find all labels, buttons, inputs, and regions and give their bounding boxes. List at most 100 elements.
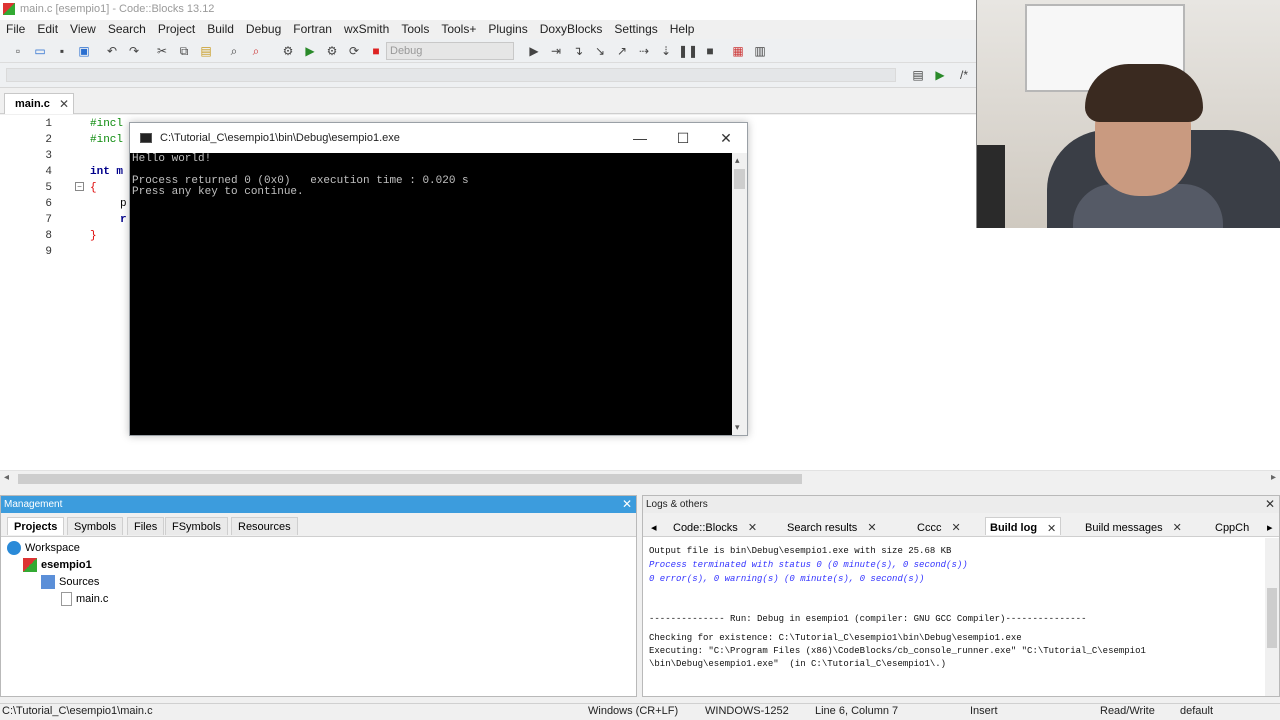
menu-file[interactable]: File — [0, 20, 31, 39]
scroll-right-icon[interactable]: ▸ — [1271, 472, 1276, 483]
save-icon[interactable]: ▪ — [54, 43, 70, 59]
jump-back-icon[interactable]: ▤ — [910, 67, 926, 83]
fold-toggle-icon[interactable]: − — [75, 182, 84, 191]
logs-vertical-scrollbar[interactable] — [1265, 538, 1279, 696]
tab-cccc[interactable]: Cccc ✕ — [913, 517, 965, 535]
stop-debugger-icon[interactable]: ■ — [702, 43, 718, 59]
close-tab-icon[interactable]: ✕ — [1173, 521, 1182, 534]
close-tab-icon[interactable]: ✕ — [867, 521, 876, 534]
workspace-icon — [7, 541, 21, 555]
find-icon[interactable]: ⌕ — [226, 43, 242, 59]
menu-wxsmith[interactable]: wxSmith — [338, 20, 395, 39]
tab-resources[interactable]: Resources — [231, 517, 298, 535]
tab-cppcheck[interactable]: CppCh — [1211, 517, 1253, 535]
console-output[interactable]: Hello world! Process returned 0 (0x0) ex… — [130, 153, 732, 435]
various-info-icon[interactable]: ▥ — [752, 43, 768, 59]
abort-icon[interactable]: ■ — [368, 43, 384, 59]
tree-project[interactable]: esempio1 — [23, 558, 92, 572]
console-titlebar[interactable]: C:\Tutorial_C\esempio1\bin\Debug\esempio… — [130, 123, 747, 153]
tab-main-c[interactable]: main.c ✕ — [4, 93, 74, 114]
menu-doxyblocks[interactable]: DoxyBlocks — [534, 20, 609, 39]
step-out-icon[interactable]: ↗ — [614, 43, 630, 59]
close-tab-icon[interactable]: ✕ — [1047, 522, 1056, 535]
replace-icon[interactable]: ⌕ — [248, 43, 264, 59]
maximize-button[interactable]: ☐ — [663, 127, 703, 149]
tree-folder-sources[interactable]: Sources — [41, 575, 99, 589]
menu-tools-plus[interactable]: Tools+ — [435, 20, 482, 39]
menu-help[interactable]: Help — [664, 20, 701, 39]
debug-continue-icon[interactable]: ▶ — [526, 43, 542, 59]
build-gear-icon[interactable]: ⚙ — [280, 43, 296, 59]
undo-icon[interactable]: ↶ — [104, 43, 120, 59]
close-panel-icon[interactable]: ✕ — [1265, 497, 1275, 511]
console-line: Press any key to continue. — [132, 186, 304, 198]
status-encoding: WINDOWS-1252 — [705, 705, 789, 717]
tree-workspace[interactable]: Workspace — [7, 541, 80, 555]
scrollbar-thumb[interactable] — [18, 474, 802, 484]
run-to-cursor-icon[interactable]: ⇥ — [548, 43, 564, 59]
debug-windows-icon[interactable]: ▦ — [730, 43, 746, 59]
menu-settings[interactable]: Settings — [608, 20, 663, 39]
tab-search-results[interactable]: Search results ✕ — [783, 517, 881, 535]
scroll-up-icon[interactable]: ▴ — [735, 155, 740, 166]
tab-codeblocks-log[interactable]: Code::Blocks ✕ — [669, 517, 761, 535]
menu-debug[interactable]: Debug — [240, 20, 287, 39]
close-tab-icon[interactable]: ✕ — [951, 521, 960, 534]
project-icon — [23, 558, 37, 572]
close-button[interactable]: ✕ — [706, 127, 746, 149]
tab-build-log[interactable]: Build log ✕ — [985, 517, 1062, 535]
menu-plugins[interactable]: Plugins — [482, 20, 533, 39]
run-icon[interactable]: ▶ — [302, 43, 318, 59]
minimize-button[interactable]: — — [620, 127, 660, 149]
tab-projects[interactable]: Projects — [7, 517, 65, 535]
step-into-icon[interactable]: ↘ — [592, 43, 608, 59]
break-debugger-icon[interactable]: ❚❚ — [678, 43, 698, 59]
line-number: 4 — [45, 166, 52, 178]
cut-icon[interactable]: ✂ — [154, 43, 170, 59]
tab-build-messages[interactable]: Build messages ✕ — [1081, 517, 1186, 535]
new-file-icon[interactable]: ▫ — [10, 43, 26, 59]
menu-view[interactable]: View — [64, 20, 102, 39]
scrollbar-thumb[interactable] — [1267, 588, 1277, 648]
build-run-icon[interactable]: ⚙ — [324, 43, 340, 59]
presenter-hair — [1085, 64, 1203, 122]
open-file-icon[interactable]: ▭ — [32, 43, 48, 59]
close-tab-icon[interactable]: ✕ — [59, 97, 69, 111]
menu-tools[interactable]: Tools — [395, 20, 435, 39]
paste-icon[interactable]: ▤ — [198, 43, 214, 59]
close-panel-icon[interactable]: ✕ — [622, 497, 632, 511]
copy-icon[interactable]: ⧉ — [176, 43, 192, 59]
status-bar: C:\Tutorial_C\esempio1\main.c Windows (C… — [0, 703, 1280, 720]
tab-files[interactable]: Files — [127, 517, 165, 535]
jump-forward-icon[interactable]: ▶ — [932, 67, 948, 83]
console-vertical-scrollbar[interactable]: ▴ ▾ — [732, 153, 747, 435]
rebuild-icon[interactable]: ⟳ — [346, 43, 362, 59]
menu-fortran[interactable]: Fortran — [287, 20, 338, 39]
build-target-select[interactable]: Debug — [386, 42, 514, 60]
menu-search[interactable]: Search — [102, 20, 152, 39]
menu-project[interactable]: Project — [152, 20, 201, 39]
scope-selector[interactable] — [6, 68, 896, 82]
scroll-left-icon[interactable]: ◂ — [4, 472, 9, 483]
step-into-instruction-icon[interactable]: ⇣ — [658, 43, 674, 59]
next-line-icon[interactable]: ↴ — [570, 43, 586, 59]
close-tab-icon[interactable]: ✕ — [748, 521, 757, 534]
tab-symbols[interactable]: Symbols — [67, 517, 124, 535]
editor-horizontal-scrollbar[interactable]: ◂ ▸ — [0, 470, 1280, 486]
scroll-down-icon[interactable]: ▾ — [735, 422, 740, 433]
tree-file-main[interactable]: main.c — [61, 592, 108, 606]
log-line: Process terminated with status 0 (0 minu… — [649, 560, 968, 570]
tab-fsymbols[interactable]: FSymbols — [165, 517, 228, 535]
tab-nav-left-icon[interactable]: ◂ — [647, 517, 661, 535]
status-access: Read/Write — [1100, 705, 1155, 717]
save-all-icon[interactable]: ▣ — [76, 43, 92, 59]
console-window[interactable]: C:\Tutorial_C\esempio1\bin\Debug\esempio… — [129, 122, 748, 436]
scrollbar-thumb[interactable] — [734, 169, 745, 189]
redo-icon[interactable]: ↷ — [126, 43, 142, 59]
webcam-overlay — [976, 0, 1280, 228]
menu-edit[interactable]: Edit — [31, 20, 64, 39]
comment-icon[interactable]: /* — [956, 67, 972, 83]
next-instruction-icon[interactable]: ⇢ — [636, 43, 652, 59]
tab-nav-right-icon[interactable]: ▸ — [1263, 517, 1277, 535]
menu-build[interactable]: Build — [201, 20, 240, 39]
